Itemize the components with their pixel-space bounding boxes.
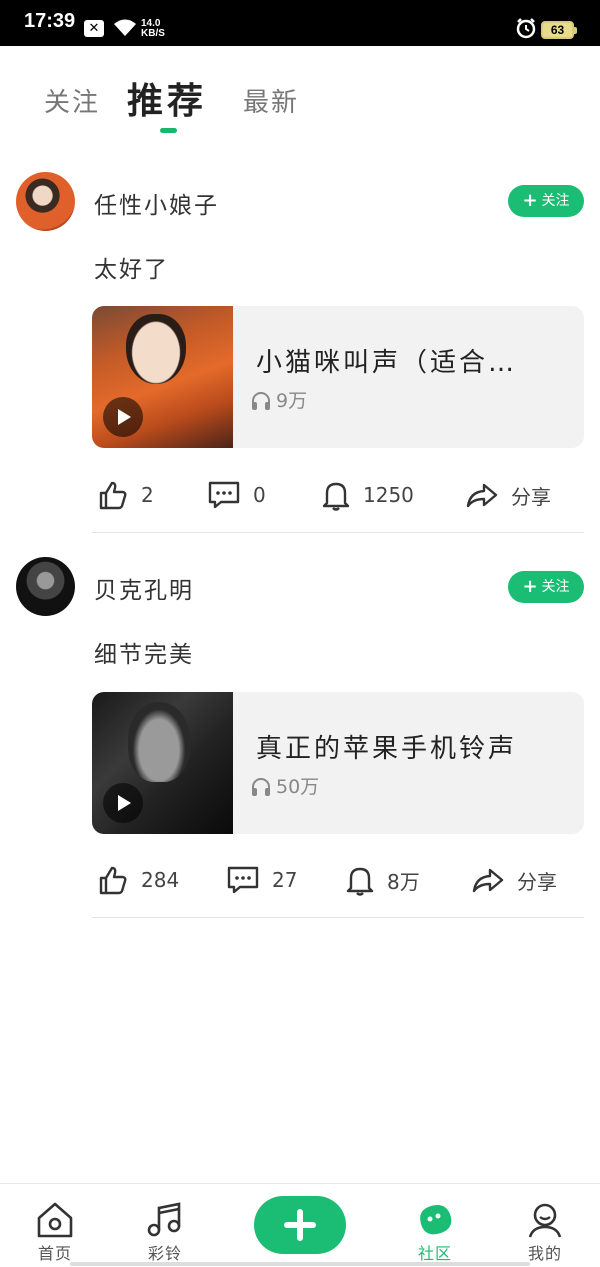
like-button[interactable]: 2 bbox=[97, 470, 154, 520]
nav-home[interactable]: 首页 bbox=[15, 1184, 95, 1267]
alarm-icon bbox=[515, 17, 537, 43]
bottom-navigation: 首页 彩铃 社区 我的 bbox=[0, 1183, 600, 1267]
post-card: 贝克孔明 + 关注 细节完美 真正的苹果手机铃声 50万 284 27 8万 分享 bbox=[0, 557, 600, 919]
post-text: 细节完美 bbox=[94, 642, 194, 668]
avatar[interactable] bbox=[16, 172, 75, 231]
nav-community-label: 社区 bbox=[417, 1244, 452, 1263]
play-count-value: 9万 bbox=[276, 390, 308, 412]
set-ringtone-button[interactable]: 8万 bbox=[345, 855, 420, 905]
bell-icon bbox=[346, 867, 374, 896]
user-icon bbox=[528, 1203, 562, 1238]
like-button[interactable]: 284 bbox=[97, 855, 179, 905]
like-count: 284 bbox=[141, 868, 180, 892]
comment-button[interactable]: 27 bbox=[226, 855, 297, 905]
set-ringtone-button[interactable]: 1250 bbox=[321, 470, 414, 520]
tab-latest[interactable]: 最新 bbox=[243, 82, 299, 119]
ringtone-count: 8万 bbox=[387, 869, 420, 894]
share-label: 分享 bbox=[517, 869, 557, 894]
comment-count: 0 bbox=[253, 483, 266, 507]
post-card: 任性小娘子 + 关注 太好了 小猫咪叫声（适合… 9万 2 0 1250 分享 bbox=[0, 172, 600, 534]
share-icon bbox=[472, 868, 504, 893]
username[interactable]: 任性小娘子 bbox=[94, 186, 219, 220]
notification-close-icon: ✕ bbox=[84, 20, 104, 37]
play-count-value: 50万 bbox=[276, 776, 320, 798]
network-speed-unit: KB/S bbox=[141, 28, 165, 39]
community-blob-icon bbox=[420, 1205, 452, 1235]
comment-count: 27 bbox=[272, 868, 298, 892]
ringtone-count: 1250 bbox=[363, 483, 414, 507]
plus-icon: + bbox=[522, 190, 538, 211]
status-bar: 17:39 ✕ 14.0 KB/S 63 bbox=[0, 0, 600, 46]
follow-button[interactable]: + 关注 bbox=[508, 185, 584, 217]
share-button[interactable]: 分享 bbox=[465, 470, 551, 520]
play-count: 9万 bbox=[250, 386, 307, 413]
active-tab-indicator bbox=[160, 128, 177, 133]
network-speed: 14.0 KB/S bbox=[141, 19, 165, 39]
play-count: 50万 bbox=[250, 772, 319, 799]
feed-tabs: 关注 推荐 最新 bbox=[0, 70, 600, 140]
avatar[interactable] bbox=[16, 557, 75, 616]
post-text: 太好了 bbox=[94, 257, 169, 283]
thumbs-up-icon bbox=[99, 866, 127, 895]
plus-icon: + bbox=[522, 576, 538, 597]
plus-icon bbox=[284, 1209, 316, 1241]
ringtone-cover-image bbox=[92, 306, 233, 448]
follow-button-label: 关注 bbox=[541, 193, 570, 209]
follow-button-label: 关注 bbox=[541, 579, 570, 595]
nav-home-label: 首页 bbox=[37, 1244, 72, 1263]
like-count: 2 bbox=[141, 483, 154, 507]
post-actions: 284 27 8万 分享 bbox=[0, 855, 600, 905]
nav-ringtones-label: 彩铃 bbox=[147, 1244, 182, 1263]
post-divider bbox=[92, 532, 584, 533]
music-note-icon bbox=[147, 1202, 181, 1237]
home-icon bbox=[37, 1202, 73, 1238]
post-actions: 2 0 1250 分享 bbox=[0, 470, 600, 520]
nav-mine-label: 我的 bbox=[527, 1244, 562, 1263]
ringtone-cover-image bbox=[92, 692, 233, 834]
create-post-button[interactable] bbox=[254, 1196, 346, 1254]
comment-icon bbox=[227, 866, 259, 894]
thumbs-up-icon bbox=[99, 481, 127, 510]
battery-indicator: 63 bbox=[541, 21, 577, 39]
share-label: 分享 bbox=[511, 484, 551, 509]
wifi-icon bbox=[112, 18, 138, 42]
ringtone-title: 小猫咪叫声（适合… bbox=[256, 348, 518, 378]
comment-icon bbox=[208, 481, 240, 509]
play-icon[interactable] bbox=[103, 397, 143, 437]
ringtone-card[interactable]: 真正的苹果手机铃声 50万 bbox=[92, 692, 584, 834]
share-icon bbox=[466, 483, 498, 508]
headphones-icon bbox=[252, 392, 270, 410]
play-icon[interactable] bbox=[103, 783, 143, 823]
share-button[interactable]: 分享 bbox=[471, 855, 557, 905]
nav-mine[interactable]: 我的 bbox=[505, 1184, 585, 1267]
home-indicator bbox=[70, 1262, 530, 1266]
ringtone-card[interactable]: 小猫咪叫声（适合… 9万 bbox=[92, 306, 584, 448]
comment-button[interactable]: 0 bbox=[207, 470, 266, 520]
tab-follow[interactable]: 关注 bbox=[44, 82, 100, 119]
status-time: 17:39 bbox=[24, 10, 76, 32]
tab-recommended[interactable]: 推荐 bbox=[127, 72, 207, 124]
username[interactable]: 贝克孔明 bbox=[94, 571, 194, 605]
nav-ringtones[interactable]: 彩铃 bbox=[125, 1184, 205, 1267]
nav-community[interactable]: 社区 bbox=[395, 1184, 475, 1267]
follow-button[interactable]: + 关注 bbox=[508, 571, 584, 603]
ringtone-title: 真正的苹果手机铃声 bbox=[256, 734, 518, 764]
post-divider bbox=[92, 917, 584, 918]
bell-icon bbox=[322, 482, 350, 511]
headphones-icon bbox=[252, 778, 270, 796]
